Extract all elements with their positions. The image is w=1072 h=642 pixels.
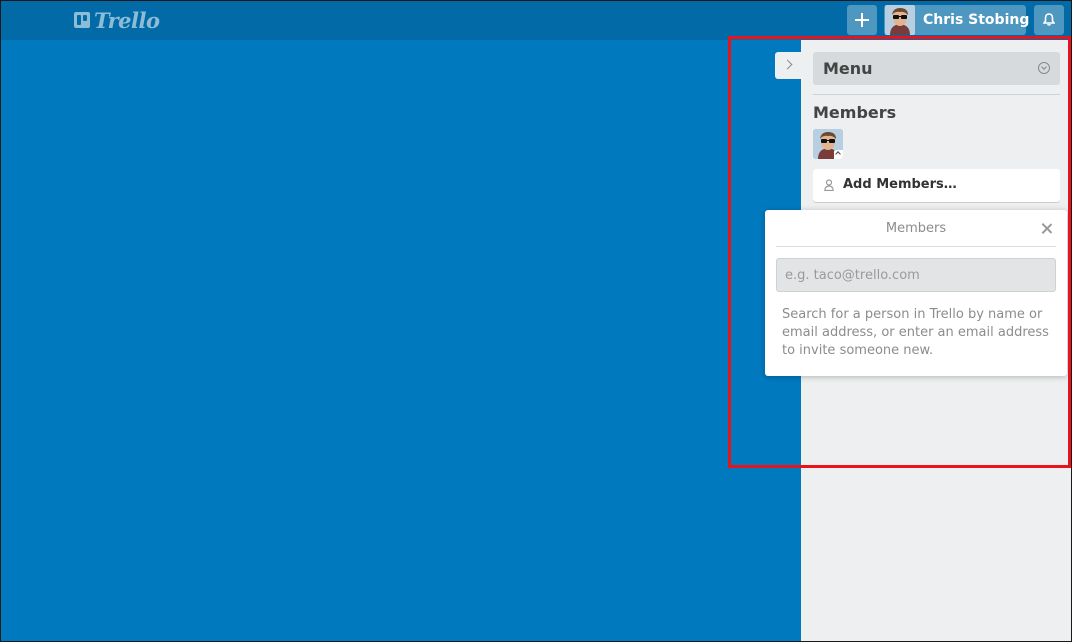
admin-badge-icon: [834, 150, 843, 159]
chevron-down-circle-icon[interactable]: [1038, 62, 1050, 74]
menu-divider: [813, 94, 1060, 95]
user-name: Chris Stobing: [923, 12, 1030, 28]
bell-icon: [1043, 13, 1055, 26]
logo-text: Trello: [94, 7, 160, 33]
add-button[interactable]: [847, 5, 877, 35]
popover-title: Members: [885, 221, 947, 236]
collapse-sidebar-button[interactable]: [775, 52, 801, 79]
member-avatar[interactable]: [813, 129, 843, 159]
notifications-button[interactable]: [1034, 5, 1064, 35]
members-heading: Members: [813, 103, 897, 122]
close-icon[interactable]: [1040, 222, 1054, 236]
popover-help-text: Search for a person in Trello by name or…: [782, 307, 1049, 358]
trello-logo[interactable]: Trello: [74, 7, 160, 33]
trello-logo-icon: [74, 12, 90, 28]
person-icon: [824, 179, 834, 191]
add-members-button[interactable]: Add Members…: [813, 169, 1060, 202]
members-popover: Members Search for a person in Trello by…: [765, 210, 1067, 376]
menu-header[interactable]: Menu: [813, 52, 1060, 85]
popover-divider: [776, 246, 1056, 247]
avatar: [885, 5, 915, 35]
menu-title: Menu: [823, 59, 873, 78]
top-header: Trello Chris Stobing: [0, 0, 1072, 40]
user-menu-button[interactable]: Chris Stobing: [884, 5, 1030, 35]
chevron-right-icon: [782, 59, 793, 70]
add-members-label: Add Members…: [843, 177, 957, 192]
member-search-input[interactable]: [776, 258, 1056, 292]
